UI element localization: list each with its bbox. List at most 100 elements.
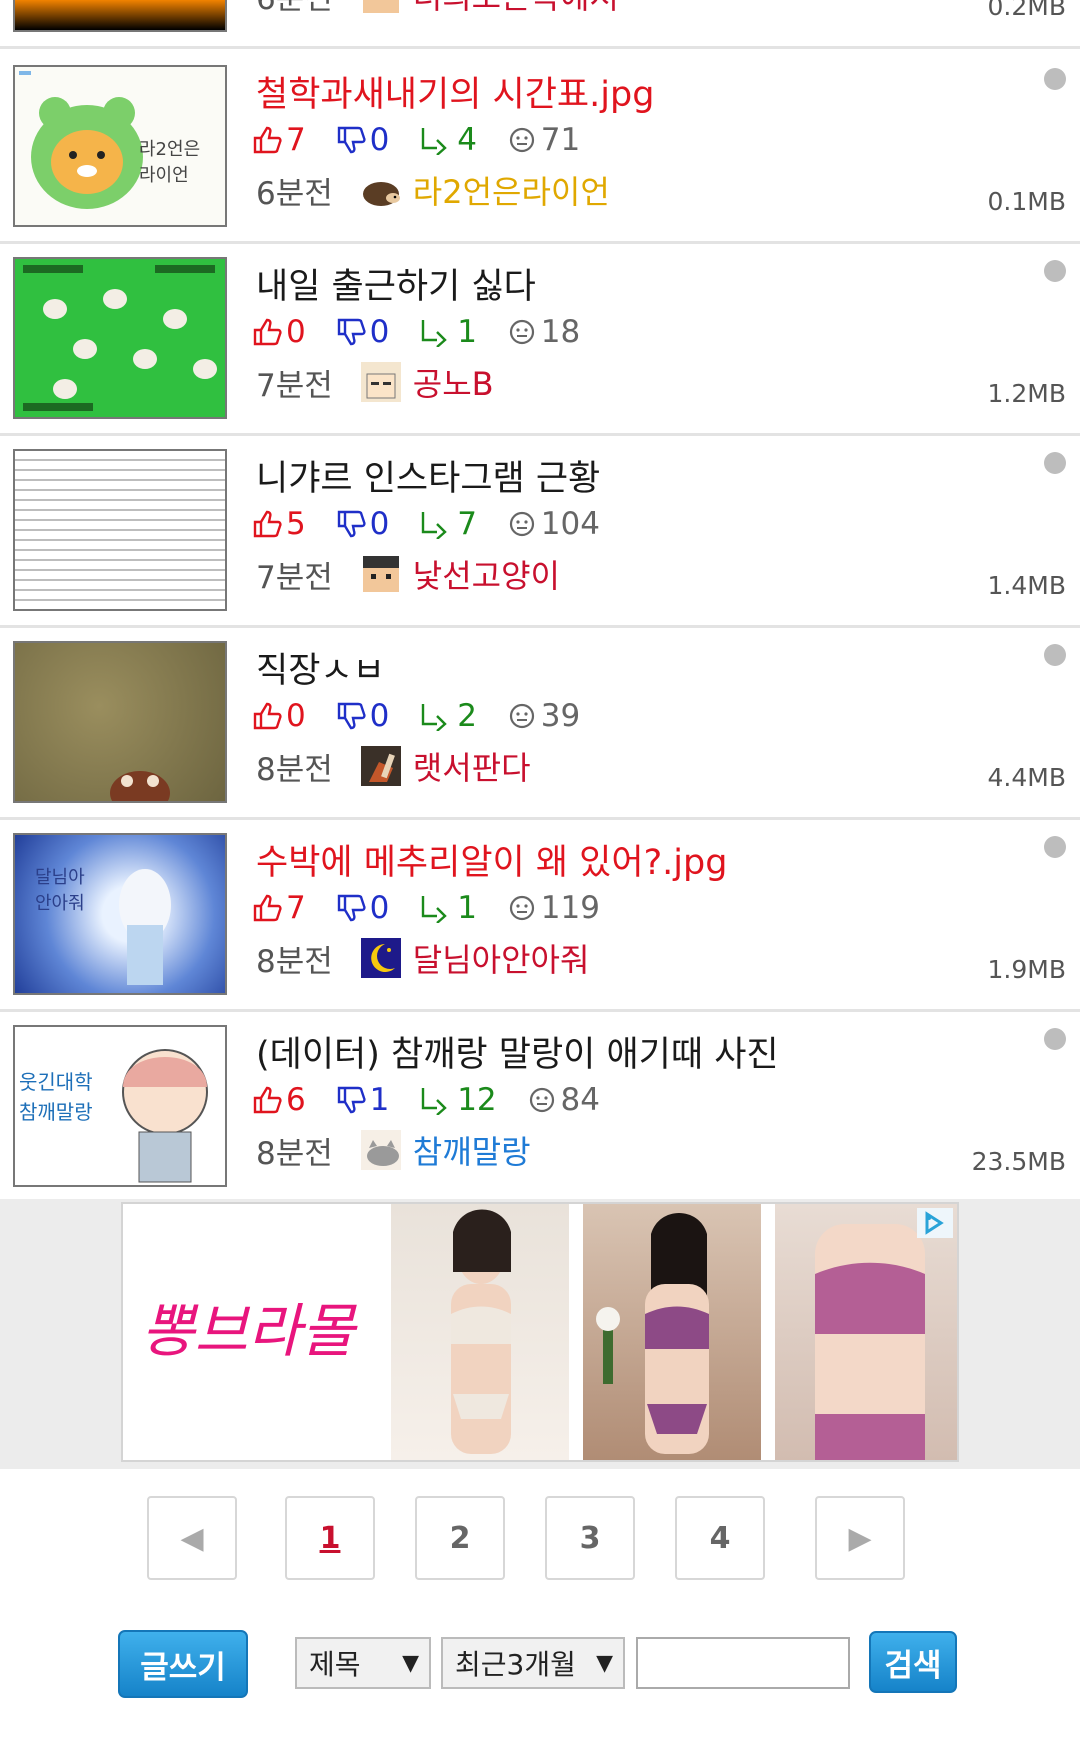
page-button-1[interactable]: 1 bbox=[285, 1496, 375, 1580]
post-author[interactable]: 너의오른쪽에서 bbox=[413, 0, 619, 18]
dropdown-arrow-icon: ▼ bbox=[402, 1650, 419, 1676]
post-thumbnail[interactable] bbox=[13, 449, 227, 611]
list-item[interactable]: 라2언은 라이언 철학과새내기의 시간표.jpg 7 0 4 71 6분전 라2… bbox=[0, 52, 1080, 244]
post-size: 1.2MB bbox=[987, 379, 1066, 408]
post-time: 7분전 bbox=[256, 367, 333, 404]
search-field-select[interactable]: 제목 ▼ bbox=[295, 1637, 431, 1689]
upvote-count: 0 bbox=[286, 698, 306, 734]
downvote-count: 0 bbox=[369, 890, 390, 926]
page-button-3[interactable]: 3 bbox=[545, 1496, 635, 1580]
thumbs-up-icon bbox=[253, 1086, 282, 1114]
view-smiley-icon bbox=[509, 127, 534, 153]
chevron-left-icon: ◀ bbox=[180, 1520, 204, 1556]
list-item[interactable]: 직장ㅅㅂ 0 0 2 39 8분전 랫서판다 4.4MB bbox=[0, 628, 1080, 820]
reply-count: 1 bbox=[457, 314, 477, 350]
reply-icon bbox=[421, 704, 447, 731]
prev-page-button[interactable]: ◀ bbox=[147, 1496, 237, 1580]
page-button-4[interactable]: 4 bbox=[675, 1496, 765, 1580]
adchoices-icon[interactable] bbox=[917, 1208, 953, 1238]
list-item-partial[interactable]: 6분전 너의오른쪽에서 0.2MB bbox=[0, 0, 1080, 49]
post-title[interactable]: 내일 출근하기 싫다 bbox=[256, 258, 536, 309]
thumbnail-caption: 라2언은 라이언 bbox=[139, 139, 201, 186]
worker-avatar-icon bbox=[360, 362, 401, 402]
view-count: 84 bbox=[560, 1082, 600, 1118]
page-button-2[interactable]: 2 bbox=[415, 1496, 505, 1580]
status-dot bbox=[1044, 644, 1066, 666]
search-button[interactable]: 검색 bbox=[869, 1631, 957, 1693]
list-item[interactable]: 웃긴대학 참깨말랑 (데이터) 참깨랑 말랑이 애기때 사진 6 1 12 84… bbox=[0, 1012, 1080, 1204]
reply-icon bbox=[421, 320, 447, 347]
post-title[interactable]: 철학과새내기의 시간표.jpg bbox=[256, 66, 654, 117]
post-author[interactable]: 참깨말랑 bbox=[413, 1127, 531, 1173]
search-period-value: 최근3개월 bbox=[455, 1648, 576, 1681]
thumbs-up-icon bbox=[253, 126, 282, 154]
view-smiley-icon bbox=[509, 511, 534, 537]
search-period-select[interactable]: 최근3개월 ▼ bbox=[441, 1637, 625, 1689]
user-avatar-icon bbox=[362, 0, 399, 13]
post-time: 8분전 bbox=[256, 1135, 333, 1172]
ad-image-3 bbox=[775, 1204, 957, 1460]
view-smiley-icon bbox=[509, 895, 534, 921]
reply-icon bbox=[421, 1088, 447, 1115]
downvote-count: 0 bbox=[369, 506, 390, 542]
write-button[interactable]: 글쓰기 bbox=[118, 1630, 248, 1698]
list-item[interactable]: 달님아 안아줘 수박에 메추리알이 왜 있어?.jpg 7 0 1 119 8분… bbox=[0, 820, 1080, 1012]
post-author[interactable]: 낯선고양이 bbox=[413, 551, 560, 597]
post-size: 0.1MB bbox=[987, 187, 1066, 216]
post-title[interactable]: 직장ㅅㅂ bbox=[256, 642, 385, 693]
reply-count: 7 bbox=[457, 506, 477, 542]
list-item[interactable]: 니갸르 인스타그램 근황 5 0 7 104 7분전 낯선고양이 1.4MB bbox=[0, 436, 1080, 628]
post-author[interactable]: 라2언은라이언 bbox=[413, 167, 610, 213]
post-thumbnail[interactable] bbox=[13, 641, 227, 803]
reply-count: 12 bbox=[457, 1082, 497, 1118]
search-input[interactable] bbox=[636, 1637, 850, 1689]
thumbs-down-icon bbox=[337, 318, 366, 346]
thumbs-up-icon bbox=[253, 510, 282, 538]
post-title[interactable]: 니갸르 인스타그램 근황 bbox=[256, 450, 600, 501]
thumbs-down-icon bbox=[337, 126, 366, 154]
hedgehog-avatar-icon bbox=[362, 182, 400, 206]
post-time: 6분전 bbox=[256, 175, 333, 212]
next-page-button[interactable]: ▶ bbox=[815, 1496, 905, 1580]
moon-avatar-icon bbox=[360, 938, 401, 978]
post-title[interactable]: (데이터) 참깨랑 말랑이 애기때 사진 bbox=[256, 1026, 779, 1077]
post-author[interactable]: 랫서판다 bbox=[413, 743, 531, 789]
post-thumbnail[interactable]: 라2언은 라이언 bbox=[13, 65, 227, 227]
ad-banner[interactable]: 뽕브라몰 bbox=[121, 1202, 959, 1462]
upvote-count: 7 bbox=[286, 122, 306, 158]
dropdown-arrow-icon: ▼ bbox=[596, 1650, 613, 1676]
post-thumbnail[interactable]: 달님아 안아줘 bbox=[13, 833, 227, 995]
red-panda-image bbox=[110, 771, 170, 801]
downvote-count: 1 bbox=[369, 1082, 390, 1118]
reply-icon bbox=[421, 128, 447, 155]
page-number: 2 bbox=[449, 1520, 471, 1556]
post-thumbnail[interactable]: 웃긴대학 참깨말랑 bbox=[13, 1025, 227, 1187]
thumbnail-caption: 달님아 안아줘 bbox=[35, 867, 85, 914]
view-count: 71 bbox=[540, 122, 581, 158]
thumbnail-caption: 웃긴대학 참깨말랑 bbox=[19, 1070, 93, 1124]
thumbs-up-icon bbox=[253, 702, 282, 730]
post-thumbnail[interactable] bbox=[13, 257, 227, 419]
downvote-count: 0 bbox=[369, 698, 390, 734]
post-time: 7분전 bbox=[256, 559, 333, 596]
ad-image-1 bbox=[391, 1204, 569, 1460]
post-title[interactable]: 수박에 메추리알이 왜 있어?.jpg bbox=[256, 834, 727, 885]
post-author[interactable]: 공노B bbox=[413, 359, 494, 405]
view-smiley-icon bbox=[509, 703, 534, 729]
page-number: 4 bbox=[709, 1520, 731, 1556]
ad-image-2 bbox=[583, 1204, 761, 1460]
list-item[interactable]: 내일 출근하기 싫다 0 0 1 18 7분전 공노B 1.2MB bbox=[0, 244, 1080, 436]
post-size: 4.4MB bbox=[987, 763, 1066, 792]
reply-count: 4 bbox=[457, 122, 477, 158]
upvote-count: 6 bbox=[286, 1082, 306, 1118]
view-count: 39 bbox=[540, 698, 581, 734]
status-dot bbox=[1044, 836, 1066, 858]
post-time: 8분전 bbox=[256, 751, 333, 788]
upvote-count: 5 bbox=[286, 506, 306, 542]
upvote-count: 7 bbox=[286, 890, 306, 926]
view-count: 119 bbox=[540, 890, 600, 926]
post-thumbnail[interactable] bbox=[13, 0, 227, 32]
post-author[interactable]: 달님아안아줘 bbox=[413, 935, 590, 981]
post-size: 1.4MB bbox=[987, 571, 1066, 600]
reply-count: 1 bbox=[457, 890, 477, 926]
